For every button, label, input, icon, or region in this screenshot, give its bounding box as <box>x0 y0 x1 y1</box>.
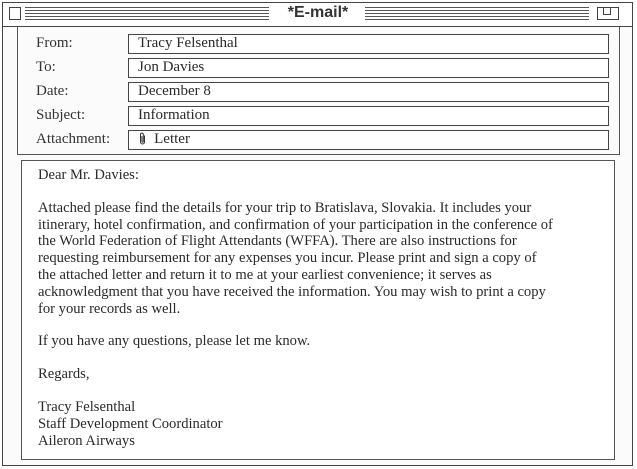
email-header-panel: From: Tracy Felsenthal To: Jon Davies Da… <box>17 27 620 155</box>
salutation: Dear Mr. Davies: <box>38 167 139 183</box>
attachment-field[interactable]: Letter <box>128 130 609 150</box>
to-row: To: Jon Davies <box>18 58 619 78</box>
paragraph-line: itinerary, hotel confirmation, and confi… <box>38 216 553 233</box>
to-label: To: <box>36 59 56 75</box>
zoom-box-icon[interactable] <box>597 7 619 20</box>
paragraph-line: requesting reimbursement for any expense… <box>38 250 537 267</box>
signature-company: Aileron Airways <box>38 432 135 449</box>
attachment-row: Attachment: Letter <box>18 130 619 150</box>
date-row: Date: December 8 <box>18 82 619 102</box>
from-field[interactable]: Tracy Felsenthal <box>128 34 609 54</box>
from-label: From: <box>36 35 73 51</box>
message-body[interactable]: Dear Mr. Davies: Attached please find th… <box>21 160 615 460</box>
close-box-icon[interactable] <box>9 7 21 20</box>
signature-name: Tracy Felsenthal <box>38 398 136 415</box>
subject-row: Subject: Information <box>18 106 619 126</box>
title-bar-stripes-right <box>365 7 589 21</box>
paragraph-line: acknowledgment that you have received th… <box>38 283 546 300</box>
to-field[interactable]: Jon Davies <box>128 58 609 78</box>
signature-position: Staff Development Coordinator <box>38 415 223 432</box>
paragraph-line: the World Federation of Flight Attendant… <box>38 233 517 250</box>
paperclip-icon <box>138 132 151 147</box>
attachment-label: Attachment: <box>36 131 111 147</box>
attachment-name[interactable]: Letter <box>154 131 190 147</box>
date-label: Date: <box>36 83 69 99</box>
paragraph-line: Attached please find the details for you… <box>38 199 532 216</box>
email-window: *E-mail* From: Tracy Felsenthal To: Jon … <box>2 2 633 466</box>
window-title: *E-mail* <box>273 4 363 22</box>
from-row: From: Tracy Felsenthal <box>18 34 619 54</box>
title-bar-stripes-left <box>25 7 269 21</box>
paragraph-line: for your records as well. <box>38 300 181 317</box>
subject-field[interactable]: Information <box>128 106 609 126</box>
message-text: Dear Mr. Davies: Attached please find th… <box>38 167 606 449</box>
questions-paragraph: If you have any questions, please let me… <box>38 333 311 350</box>
date-field[interactable]: December 8 <box>128 82 609 102</box>
paragraph-line: the attached letter and return it to me … <box>38 266 492 283</box>
closing: Regards, <box>38 366 90 383</box>
subject-label: Subject: <box>36 107 86 123</box>
title-bar[interactable]: *E-mail* <box>3 3 632 27</box>
